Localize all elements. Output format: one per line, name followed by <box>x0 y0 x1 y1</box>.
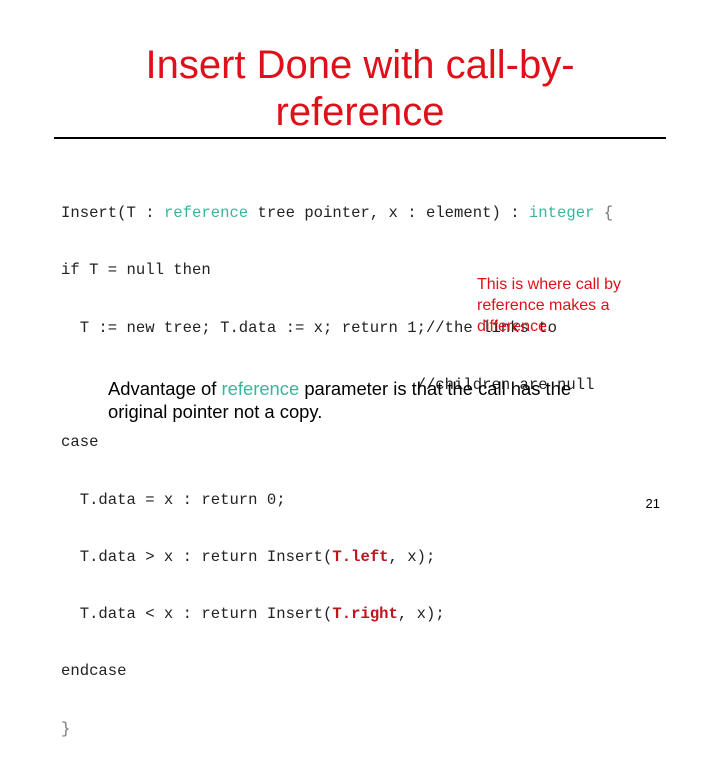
slide-title-line-2: reference <box>275 90 445 134</box>
slide-title-line-1: Insert Done with call-by- <box>145 43 575 87</box>
code-open-brace: { <box>594 204 614 223</box>
code-signature-middle: tree pointer, x : element) : <box>248 204 529 223</box>
code-line: case <box>61 433 99 452</box>
code-line-left-insert: T.data > x : return Insert(T.left, x); <box>61 548 613 567</box>
code-close-brace: } <box>61 719 71 738</box>
code-line-end: , x); <box>397 605 445 624</box>
code-line-start: T.data > x : return Insert( <box>61 547 333 566</box>
callout-text: This is where call by reference makes a … <box>477 276 622 335</box>
code-line-right-insert: T.data < x : return Insert(T.right, x); <box>61 605 613 624</box>
note-keyword-reference: reference <box>221 378 300 399</box>
code-line: T.data = x : return 0; <box>61 490 286 509</box>
code-keyword-reference: reference <box>163 204 249 223</box>
code-line-signature: Insert(T : reference tree pointer, x : e… <box>61 204 613 223</box>
code-highlight-left: T.left <box>332 547 389 566</box>
code-line-end: , x); <box>388 547 436 566</box>
code-line: endcase <box>61 662 127 681</box>
page-number: 21 <box>645 496 660 511</box>
code-signature-start: Insert(T : <box>61 204 164 223</box>
code-keyword-integer: integer <box>528 204 595 223</box>
slide-title: Insert Done with call-by- reference <box>60 42 660 136</box>
title-divider <box>54 137 666 139</box>
advantage-note: Advantage of reference parameter is that… <box>108 377 628 423</box>
note-start: Advantage of <box>108 378 222 399</box>
code-block: Insert(T : reference tree pointer, x : e… <box>61 166 613 758</box>
code-line-start: T.data < x : return Insert( <box>61 605 333 624</box>
code-highlight-right: T.right <box>332 605 398 624</box>
